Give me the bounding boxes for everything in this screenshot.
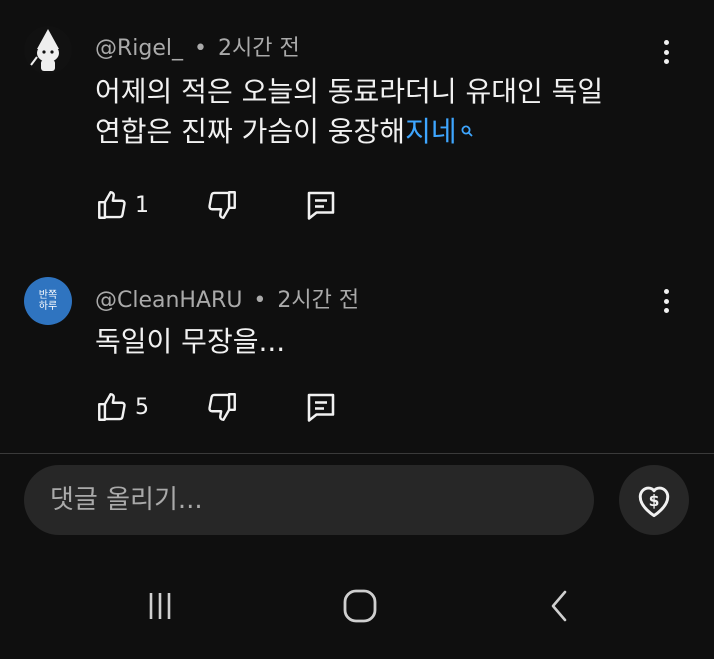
back-icon xyxy=(551,590,567,622)
more-vertical-icon[interactable] xyxy=(656,38,676,66)
like-button[interactable]: 1 xyxy=(95,187,149,223)
like-button[interactable]: 5 xyxy=(95,389,149,425)
comment-text-line2: 연합은 진짜 가슴이 웅장해지네 xyxy=(95,112,685,152)
comment-meta: @Rigel_ • 2시간 전 xyxy=(95,30,300,62)
more-vertical-icon[interactable] xyxy=(656,287,676,315)
dislike-button[interactable] xyxy=(205,187,239,223)
dislike-button[interactable] xyxy=(205,389,239,425)
comment-text-line1: 어제의 적은 오늘의 동료라더니 유대인 독일 xyxy=(95,75,604,108)
avatar-text-line2: 하루 xyxy=(38,301,58,312)
thumbs-down-icon xyxy=(208,191,236,219)
reply-button[interactable] xyxy=(303,389,339,425)
comment-text-line2-plain: 연합은 진짜 가슴이 웅장해 xyxy=(95,115,406,148)
back-button[interactable] xyxy=(530,584,590,628)
system-navigation-bar xyxy=(0,570,714,640)
search-link-text: 지네 xyxy=(405,115,457,148)
home-button[interactable] xyxy=(330,584,390,628)
avatar-text: 반쪽 하루 xyxy=(39,290,57,312)
like-count: 1 xyxy=(135,192,149,218)
like-count: 5 xyxy=(135,394,149,420)
reply-button[interactable] xyxy=(303,187,339,223)
home-icon xyxy=(343,589,377,623)
thumbs-down-icon xyxy=(208,393,236,421)
composer-divider xyxy=(0,453,714,454)
comment-meta: @CleanHARU • 2시간 전 xyxy=(95,282,359,314)
separator-dot: • xyxy=(253,288,267,313)
comment-text: 독일이 무장을... xyxy=(95,325,286,358)
timestamp: 2시간 전 xyxy=(277,288,360,313)
recent-apps-button[interactable] xyxy=(130,584,190,628)
thumbs-up-icon xyxy=(98,191,126,219)
avatar-text-line1: 반쪽 xyxy=(38,290,58,301)
avatar[interactable] xyxy=(24,26,72,74)
avatar[interactable]: 반쪽 하루 xyxy=(24,277,72,325)
svg-text:$: $ xyxy=(649,492,660,510)
timestamp: 2시간 전 xyxy=(218,36,300,61)
super-thanks-heart-dollar-icon: $ xyxy=(638,486,670,518)
search-link[interactable]: 지네 xyxy=(405,115,473,148)
reply-comment-icon xyxy=(307,393,335,422)
recent-apps-icon xyxy=(149,593,171,619)
cartoon-avatar-icon xyxy=(30,29,59,71)
comment-input[interactable] xyxy=(48,484,570,516)
separator-dot: • xyxy=(194,36,207,61)
search-icon xyxy=(461,125,473,141)
thumbs-up-icon xyxy=(98,393,126,421)
comment-composer[interactable] xyxy=(24,465,594,535)
author-name[interactable]: @Rigel_ xyxy=(95,36,183,61)
author-name[interactable]: @CleanHARU xyxy=(95,288,242,313)
reply-comment-icon xyxy=(307,191,335,220)
super-thanks-button[interactable]: $ xyxy=(619,465,689,535)
comment-text: 어제의 적은 오늘의 동료라더니 유대인 독일 연합은 진짜 가슴이 웅장해지네 xyxy=(95,72,685,152)
